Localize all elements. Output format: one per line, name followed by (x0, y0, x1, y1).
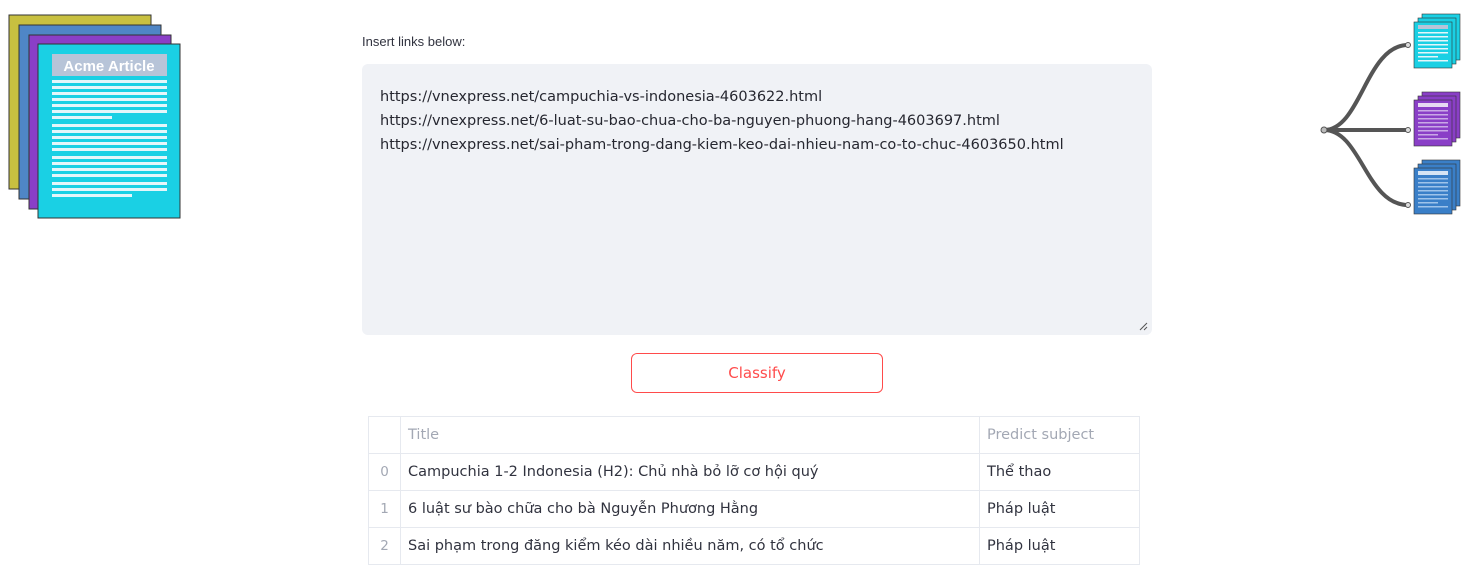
app-page: Acme Article Insert links below: https:/… (0, 0, 1472, 572)
row-index: 1 (368, 490, 401, 528)
cell-subject[interactable]: Thể thao (979, 453, 1140, 491)
links-textarea[interactable]: https://vnexpress.net/campuchia-vs-indon… (362, 64, 1152, 335)
table-row: 1 6 luật sư bào chữa cho bà Nguyễn Phươn… (368, 490, 1140, 528)
links-input-container: https://vnexpress.net/campuchia-vs-indon… (362, 64, 1152, 335)
column-header-subject[interactable]: Predict subject (979, 416, 1140, 454)
purple-article-stack-icon (1413, 91, 1461, 147)
links-input-label: Insert links below: (362, 34, 466, 49)
cell-title[interactable]: 6 luật sư bào chữa cho bà Nguyễn Phương … (400, 490, 980, 528)
classify-button[interactable]: Classify (631, 353, 883, 393)
article-stack-icon: Acme Article (8, 14, 184, 220)
cell-subject[interactable]: Pháp luật (979, 527, 1140, 565)
table-header-row: Title Predict subject (368, 416, 1140, 454)
table-row: 2 Sai phạm trong đăng kiểm kéo dài nhiều… (368, 527, 1140, 565)
column-header-index[interactable] (368, 416, 401, 454)
row-index: 2 (368, 527, 401, 565)
cell-subject[interactable]: Pháp luật (979, 490, 1140, 528)
cyan-article-stack-icon (1413, 13, 1461, 69)
resize-handle-icon[interactable] (1139, 322, 1148, 331)
blue-article-stack-icon (1413, 159, 1461, 215)
results-table: Title Predict subject 0 Campuchia 1-2 In… (368, 416, 1140, 565)
article-tree-icon (1316, 10, 1468, 220)
row-index: 0 (368, 453, 401, 491)
cell-title[interactable]: Sai phạm trong đăng kiểm kéo dài nhiều n… (400, 527, 980, 565)
article-caption: Acme Article (63, 58, 154, 75)
cell-title[interactable]: Campuchia 1-2 Indonesia (H2): Chủ nhà bỏ… (400, 453, 980, 491)
table-row: 0 Campuchia 1-2 Indonesia (H2): Chủ nhà … (368, 453, 1140, 491)
column-header-title[interactable]: Title (400, 416, 980, 454)
